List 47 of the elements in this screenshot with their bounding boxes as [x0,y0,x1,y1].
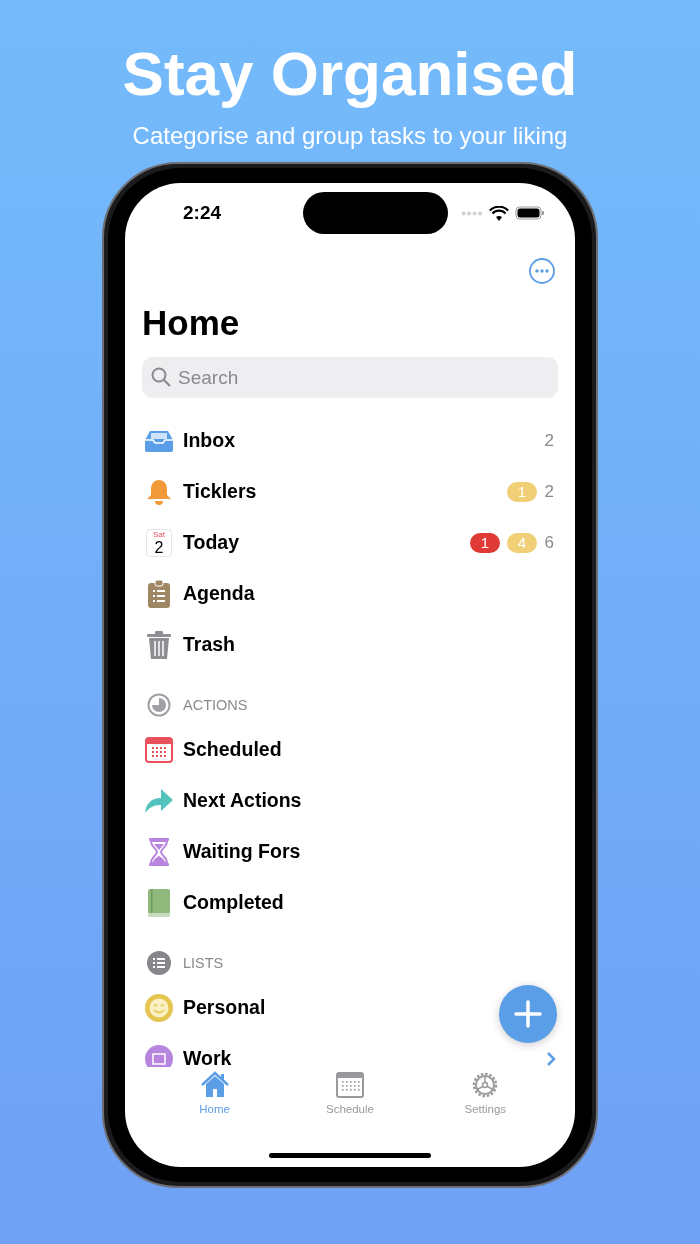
clock-icon [147,693,171,717]
item-count: 6 [544,532,554,553]
list-icon [147,951,171,975]
folder-icon [145,1044,173,1067]
smiley-icon [145,993,173,1022]
more-icon[interactable] [529,258,555,284]
item-count: 2 [544,481,554,502]
add-button[interactable] [499,985,557,1043]
list-item[interactable]: Completed [183,891,284,914]
hourglass-icon [149,837,169,866]
list-item[interactable]: Ticklers [183,480,257,503]
list-item[interactable]: Work [183,1047,232,1067]
wifi-icon [489,205,509,221]
list-item[interactable]: Scheduled [183,738,282,761]
date-day: Sat [153,529,165,539]
page-title: Home [142,302,241,344]
list-item[interactable]: Inbox [183,429,235,452]
list-item[interactable]: Waiting Fors [183,840,301,863]
count-badge: 4 [507,532,537,553]
list-item[interactable]: Trash [183,633,236,656]
trash-icon [147,630,171,659]
section-header: ACTIONS [183,697,248,713]
headline: Stay Organised [122,38,578,110]
calendar-icon [145,736,173,763]
list-item[interactable]: Personal [183,996,266,1019]
item-count: 2 [544,430,554,451]
chevron-icon[interactable] [546,1050,558,1067]
bell-icon [146,478,172,505]
subtitle: Categorise and group tasks to your liking [132,122,568,150]
count-badge: 1 [507,481,537,502]
list-item[interactable]: Today [183,531,239,554]
inbox-icon [145,429,173,452]
list-item[interactable]: Agenda [183,582,255,605]
battery-icon [515,206,545,220]
list-item[interactable]: Next Actions [183,789,302,812]
date-number: 2 [154,538,164,556]
section-header: LISTS [183,955,224,971]
search-icon [151,367,171,387]
search-field[interactable]: Search [142,357,558,398]
plus-icon [514,1000,542,1028]
clipboard-icon [148,579,170,608]
status-time: 2:24 [183,202,223,224]
arrow-icon [145,788,173,813]
signal-icon [461,210,483,216]
count-badge: 1 [470,532,500,553]
book-icon [148,888,170,917]
schedule-icon [334,1069,366,1101]
